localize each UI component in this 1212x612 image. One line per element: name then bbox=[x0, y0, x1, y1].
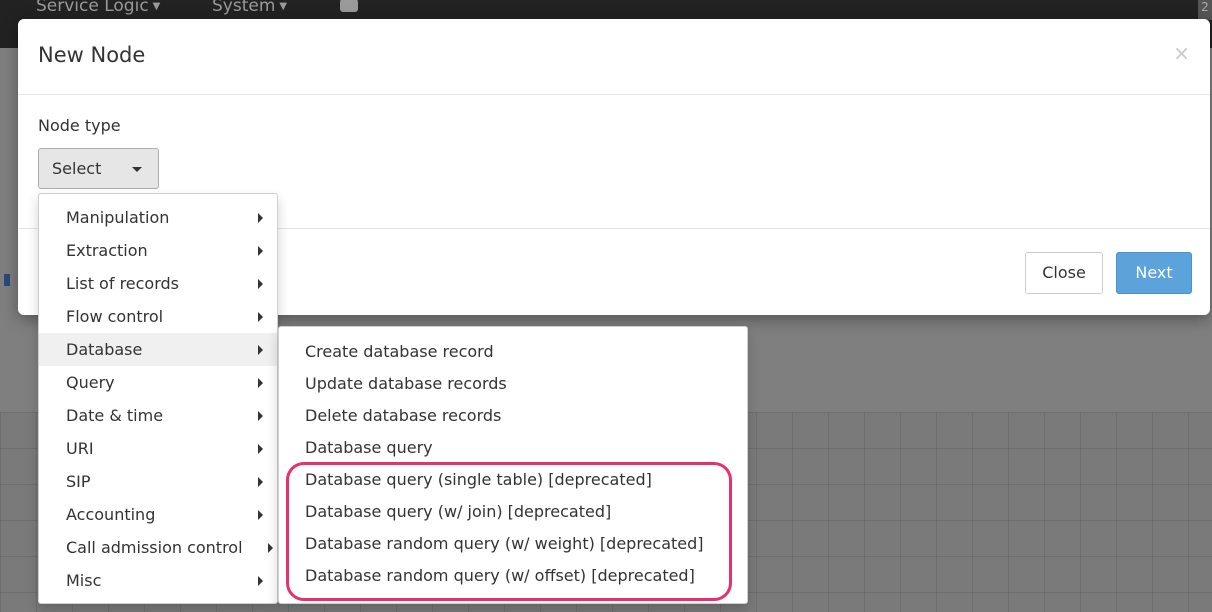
modal-title: New Node bbox=[38, 43, 146, 67]
submenu-item-deprecated[interactable]: Database random query (w/ offset) [depre… bbox=[279, 560, 747, 592]
menu-item-accounting[interactable]: Accounting bbox=[39, 498, 277, 531]
menu-item-uri[interactable]: URI bbox=[39, 432, 277, 465]
menu-item-query[interactable]: Query bbox=[39, 366, 277, 399]
caret-right-icon bbox=[258, 279, 263, 289]
menu-item-date-time[interactable]: Date & time bbox=[39, 399, 277, 432]
caret-right-icon bbox=[258, 378, 263, 388]
node-type-select[interactable]: Select bbox=[38, 148, 159, 189]
menu-item-database[interactable]: Database bbox=[39, 333, 277, 366]
menu-item-manipulation[interactable]: Manipulation bbox=[39, 201, 277, 234]
node-type-dropdown: Manipulation Extraction List of records … bbox=[38, 193, 278, 604]
caret-right-icon bbox=[258, 444, 263, 454]
submenu-item-deprecated[interactable]: Database random query (w/ weight) [depre… bbox=[279, 528, 747, 560]
caret-right-icon bbox=[258, 477, 263, 487]
user-icon[interactable] bbox=[340, 0, 358, 12]
node-type-label: Node type bbox=[38, 116, 121, 135]
caret-right-icon bbox=[258, 345, 263, 355]
close-icon[interactable]: × bbox=[1173, 41, 1190, 65]
submenu-item-deprecated[interactable]: Database query (single table) [deprecate… bbox=[279, 464, 747, 496]
next-button[interactable]: Next bbox=[1116, 252, 1192, 294]
modal-header: New Node × bbox=[18, 19, 1210, 95]
menu-item-misc[interactable]: Misc bbox=[39, 564, 277, 597]
close-button[interactable]: Close bbox=[1025, 252, 1103, 294]
submenu-item[interactable]: Database query bbox=[279, 432, 747, 464]
database-submenu: Create database record Update database r… bbox=[278, 326, 748, 604]
background-link-fragment bbox=[4, 274, 10, 286]
menu-item-sip[interactable]: SIP bbox=[39, 465, 277, 498]
caret-right-icon bbox=[258, 510, 263, 520]
caret-right-icon bbox=[258, 312, 263, 322]
menu-item-flow-control[interactable]: Flow control bbox=[39, 300, 277, 333]
nav-system[interactable]: System ▼ bbox=[212, 0, 287, 16]
nav-right-tag: 2 bbox=[1198, 0, 1212, 20]
caret-right-icon bbox=[258, 213, 263, 223]
nav-service-logic[interactable]: Service Logic ▼ bbox=[36, 0, 160, 16]
caret-right-icon bbox=[258, 411, 263, 421]
menu-item-list-of-records[interactable]: List of records bbox=[39, 267, 277, 300]
submenu-item[interactable]: Create database record bbox=[279, 336, 747, 368]
submenu-item-deprecated[interactable]: Database query (w/ join) [deprecated] bbox=[279, 496, 747, 528]
caret-right-icon bbox=[258, 246, 263, 256]
caret-right-icon bbox=[258, 576, 263, 586]
submenu-item[interactable]: Update database records bbox=[279, 368, 747, 400]
submenu-item[interactable]: Delete database records bbox=[279, 400, 747, 432]
menu-item-extraction[interactable]: Extraction bbox=[39, 234, 277, 267]
caret-down-icon bbox=[132, 167, 142, 172]
select-label: Select bbox=[52, 159, 102, 178]
caret-right-icon bbox=[268, 543, 273, 553]
menu-item-call-admission-control[interactable]: Call admission control bbox=[39, 531, 277, 564]
